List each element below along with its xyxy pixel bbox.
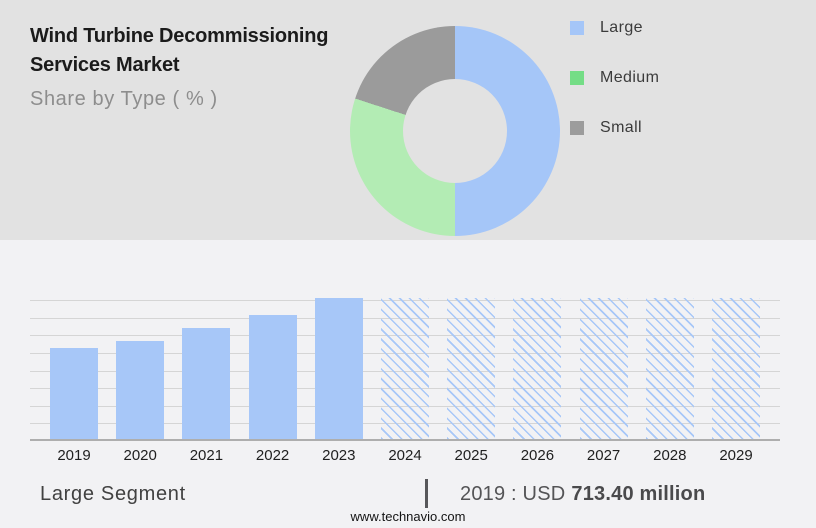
legend-swatch-small: [570, 121, 584, 135]
x-axis-label-2025: 2025: [454, 447, 488, 464]
x-axis-label-2028: 2028: [653, 447, 687, 464]
x-axis-label-2021: 2021: [189, 447, 224, 464]
value-bold: 713.40 million: [571, 483, 706, 505]
legend-item-small: Small: [570, 118, 659, 138]
legend-item-large: Large: [570, 18, 659, 38]
x-axis-label-2022: 2022: [255, 447, 290, 464]
title-block: Wind Turbine Decommissioning Services Ma…: [30, 22, 370, 111]
page-title-line2: Services Market: [30, 54, 180, 76]
bar-2019: [50, 347, 98, 439]
website-footer: www.technavio.com: [350, 509, 466, 524]
x-axis-label-2024: 2024: [388, 447, 422, 464]
segment-caption: Large Segment: [40, 483, 186, 505]
header-panel: Wind Turbine Decommissioning Services Ma…: [0, 0, 816, 240]
forecast-panel: 2019 2020 2021 2022 2023 2024 2025 2026 2027 2028…: [0, 240, 816, 528]
page-subtitle: Share by Type ( % ): [30, 88, 218, 110]
bar-2021: [182, 328, 231, 439]
legend: Large Medium Small: [570, 18, 659, 138]
infographic-root: Wind Turbine Decommissioning Services Ma…: [0, 0, 816, 528]
x-axis-labels: 2019 2020 2021 2022 2023 2024 2025 2026 2027 2028…: [30, 447, 780, 467]
bar-2025: [447, 298, 496, 439]
legend-label-small: Small: [600, 119, 643, 136]
legend-item-medium: Medium: [570, 68, 659, 88]
bar-2029: [712, 298, 760, 439]
bar-2028: [645, 298, 694, 439]
value-caption: 2019 : USD 713.40 million: [460, 483, 705, 506]
bar-2022: [248, 315, 297, 439]
legend-label-large: Large: [600, 19, 643, 36]
legend-label-medium: Medium: [600, 69, 660, 86]
x-axis-label-2026: 2026: [520, 447, 555, 464]
x-axis-label-2023: 2023: [322, 447, 356, 464]
bar-2027: [579, 298, 628, 439]
x-axis-label-2020: 2020: [123, 447, 157, 464]
x-axis-label-2027: 2027: [586, 447, 621, 464]
value-prefix: 2019 : USD: [460, 483, 566, 505]
bar-2024: [381, 298, 429, 439]
donut-chart: [350, 26, 560, 236]
x-axis-label-2019: 2019: [57, 447, 91, 464]
legend-swatch-medium: [570, 71, 584, 85]
bar-2020: [116, 340, 165, 439]
bar-2023: [314, 298, 363, 439]
x-axis-label-2029: 2029: [719, 447, 753, 464]
bar-2026: [513, 298, 562, 439]
donut-hole: [403, 79, 507, 183]
legend-swatch-large: [570, 21, 584, 35]
caption-divider: [425, 479, 428, 508]
plot-area: [30, 298, 780, 441]
page-title-line1: Wind Turbine Decommissioning: [30, 25, 329, 47]
